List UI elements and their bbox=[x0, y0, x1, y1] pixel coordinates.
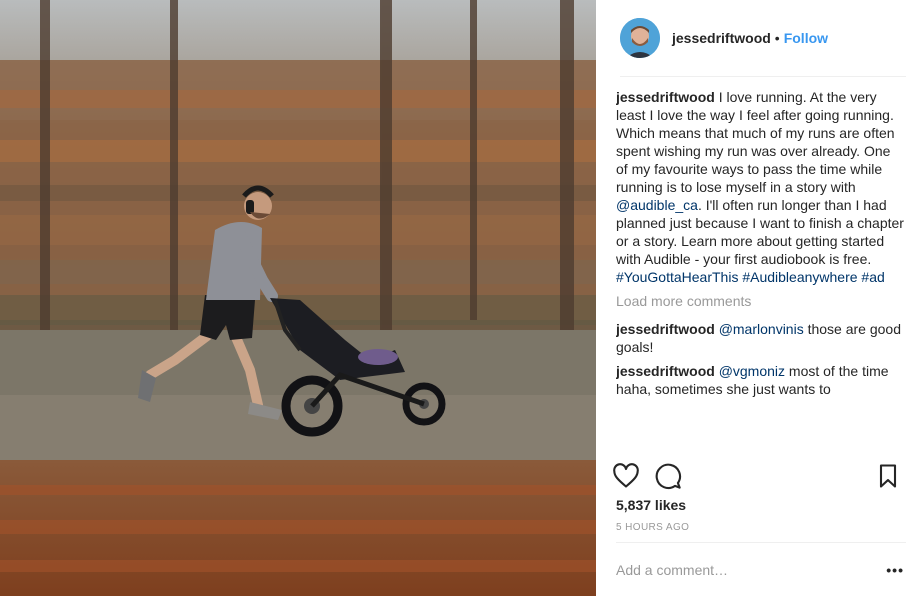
comment-icon[interactable] bbox=[654, 462, 682, 490]
caption-hashtags[interactable]: #YouGottaHearThis #Audibleanywhere #ad bbox=[616, 269, 885, 285]
post-header: jessedriftwood • Follow bbox=[620, 0, 906, 77]
comments-list[interactable]: jessedriftwood I love running. At the ve… bbox=[616, 88, 904, 454]
avatar-image bbox=[620, 18, 660, 58]
follow-separator: • bbox=[774, 30, 780, 46]
add-comment-row: ••• bbox=[616, 542, 906, 597]
post-side-panel: jessedriftwood • Follow jessedriftwood I… bbox=[596, 0, 914, 596]
comment-mention[interactable]: @marlonvinis bbox=[719, 321, 804, 337]
caption-mention[interactable]: @audible_ca bbox=[616, 197, 698, 213]
avatar[interactable] bbox=[620, 18, 660, 58]
caption: jessedriftwood I love running. At the ve… bbox=[616, 88, 904, 286]
post-photo[interactable] bbox=[0, 0, 596, 596]
bookmark-icon[interactable] bbox=[874, 462, 902, 490]
caption-username[interactable]: jessedriftwood bbox=[616, 89, 715, 105]
heart-icon[interactable] bbox=[612, 462, 640, 490]
comment-item: jessedriftwood @marlonvinis those are go… bbox=[616, 320, 904, 356]
load-more-comments-button[interactable]: Load more comments bbox=[616, 292, 904, 310]
follow-button[interactable]: Follow bbox=[784, 30, 828, 46]
likes-count[interactable]: 5,837 likes bbox=[616, 497, 686, 513]
comment-username[interactable]: jessedriftwood bbox=[616, 321, 715, 337]
add-comment-input[interactable] bbox=[616, 562, 887, 578]
post-timestamp[interactable]: 5 HOURS AGO bbox=[616, 522, 689, 533]
runner-photo-illustration bbox=[0, 0, 596, 596]
more-options-icon[interactable]: ••• bbox=[886, 562, 906, 578]
action-bar bbox=[612, 462, 906, 490]
header-username[interactable]: jessedriftwood bbox=[672, 30, 771, 46]
comment-item: jessedriftwood @vgmoniz most of the time… bbox=[616, 362, 904, 398]
post-container: jessedriftwood • Follow jessedriftwood I… bbox=[0, 0, 914, 596]
comment-mention[interactable]: @vgmoniz bbox=[719, 363, 785, 379]
comment-username[interactable]: jessedriftwood bbox=[616, 363, 715, 379]
